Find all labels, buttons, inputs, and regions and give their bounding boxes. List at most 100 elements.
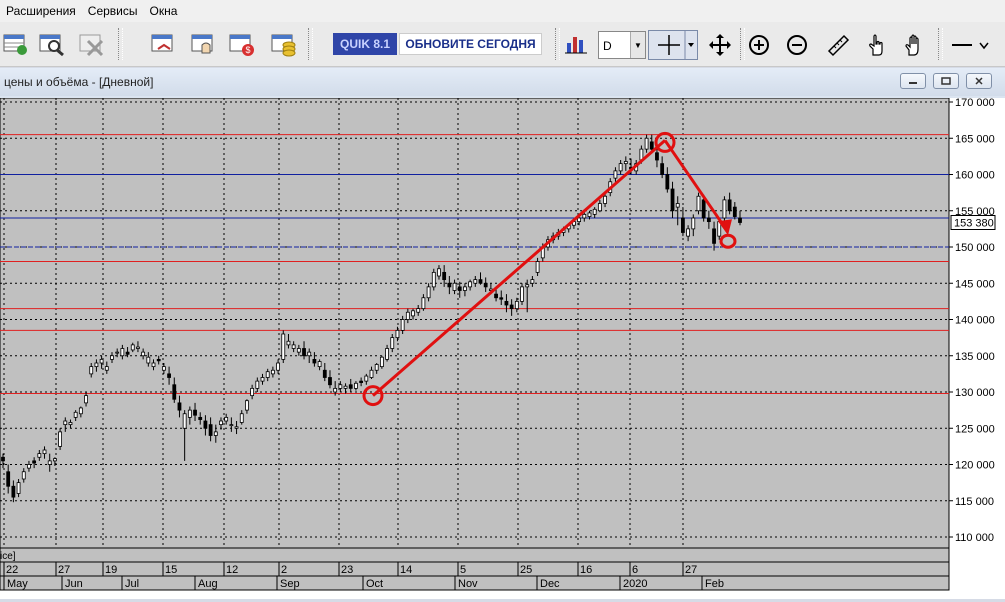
plot-background	[0, 97, 950, 549]
update-today-button[interactable]: ОБНОВИТЕ СЕГОДНЯ	[399, 33, 542, 55]
chart-window: цены и объёма - [Дневной] 170 000 165 000…	[0, 68, 1005, 599]
candle-body	[473, 279, 478, 284]
money-table-icon[interactable]: $	[228, 31, 256, 57]
candle-body	[649, 141, 654, 150]
search-table-icon[interactable]	[38, 31, 66, 57]
candle-body	[328, 377, 332, 386]
candle-body	[130, 344, 135, 351]
y-tick-label: 120 000	[955, 460, 995, 472]
price-chart[interactable]: 170 000165 000160 000155 000150 000145 0…	[0, 97, 1005, 599]
zoom-out-icon[interactable]	[785, 33, 809, 57]
crosshair-button[interactable]	[648, 30, 698, 60]
candle-body	[374, 364, 379, 371]
date-tick-label: 27	[58, 564, 70, 576]
candle-body	[161, 366, 166, 371]
candle-body	[276, 362, 280, 371]
candle-body	[525, 284, 530, 288]
line-style-icon[interactable]	[950, 33, 990, 57]
restore-icon	[941, 77, 951, 85]
candle-body	[364, 375, 369, 382]
ruler-icon[interactable]	[826, 33, 850, 57]
candle-body	[115, 351, 120, 354]
interval-value: D	[603, 39, 612, 53]
candle-body	[193, 409, 197, 416]
y-tick-label: 140 000	[955, 315, 995, 327]
candle-body	[99, 358, 104, 364]
chart-area[interactable]: 170 000 165 000 160 000 155 000 150 000 145 0…	[0, 97, 1005, 599]
date-tick-label: 27	[685, 564, 697, 576]
date-tick-label: 25	[520, 564, 532, 576]
minimize-button[interactable]	[900, 73, 926, 89]
candle-body	[78, 407, 83, 415]
candle-body	[696, 195, 701, 212]
month-label: 2020	[623, 578, 647, 590]
candle-body	[182, 413, 187, 429]
date-tick-label: 22	[6, 564, 18, 576]
candle-body	[281, 333, 286, 360]
candle-body	[426, 286, 431, 299]
delete-table-icon[interactable]	[78, 31, 106, 57]
candle-body	[727, 199, 732, 212]
interval-select[interactable]: D ▼	[598, 31, 646, 59]
date-tick-label: 19	[105, 564, 117, 576]
candle-body	[37, 453, 42, 458]
date-tick-label: 2	[281, 564, 287, 576]
close-button[interactable]	[966, 73, 992, 89]
menu-extensions[interactable]: Расширения	[0, 4, 82, 18]
candle-body	[213, 431, 218, 436]
candle-body	[94, 362, 99, 368]
candle-body	[6, 471, 11, 487]
hand-grab-icon[interactable]	[902, 33, 926, 57]
hand-pointer-icon[interactable]	[864, 33, 888, 57]
zoom-in-icon[interactable]	[747, 33, 771, 57]
candle-body	[359, 380, 364, 383]
candle-body	[354, 382, 358, 389]
restore-button[interactable]	[933, 73, 959, 89]
candle-body	[623, 161, 628, 165]
candle-body	[613, 170, 618, 179]
candle-body	[224, 416, 229, 422]
candle-body	[317, 361, 322, 368]
menu-windows[interactable]: Окна	[144, 4, 184, 18]
orders-table-icon[interactable]	[2, 31, 30, 57]
candle-body	[665, 174, 670, 190]
candle-body	[405, 311, 410, 320]
candle-body	[442, 271, 447, 281]
y-tick-label: 145 000	[955, 278, 995, 290]
date-axis-strip	[0, 561, 950, 577]
candle-body	[514, 300, 519, 310]
candle-body	[21, 471, 26, 480]
candle-body	[463, 286, 467, 291]
candle-body	[73, 411, 78, 418]
coins-table-icon[interactable]	[270, 31, 298, 57]
chevron-down-icon[interactable]: ▼	[630, 32, 645, 58]
candle-body	[53, 458, 57, 462]
candle-body	[234, 426, 239, 429]
date-tick-label: 15	[165, 564, 177, 576]
candle-body	[146, 356, 151, 364]
portfolio-table-icon[interactable]	[190, 31, 218, 57]
month-label: Nov	[458, 578, 478, 590]
candle-body	[239, 413, 244, 423]
candle-body	[120, 348, 125, 357]
candle-body	[478, 279, 483, 284]
move-icon[interactable]	[708, 33, 732, 57]
candle-body	[395, 329, 400, 339]
candle-body	[32, 460, 37, 464]
candle-body	[644, 137, 649, 150]
window-titlebar: цены и объёма - [Дневной]	[0, 68, 1005, 96]
candle-body	[151, 362, 156, 368]
y-tick-label: 110 000	[955, 532, 994, 544]
bar-chart-icon[interactable]	[563, 31, 591, 57]
candle-body	[58, 431, 62, 447]
candle-body	[437, 268, 441, 277]
candle-body	[390, 337, 395, 349]
candle-body	[260, 377, 265, 382]
menu-services[interactable]: Сервисы	[82, 4, 144, 18]
price-axis: 170 000165 000160 000155 000150 000145 0…	[949, 97, 996, 544]
deals-table-icon[interactable]	[150, 31, 178, 57]
candle-body	[42, 449, 47, 455]
candle-body	[535, 261, 540, 273]
month-label: Feb	[705, 578, 724, 590]
date-tick-label: 16	[580, 564, 592, 576]
